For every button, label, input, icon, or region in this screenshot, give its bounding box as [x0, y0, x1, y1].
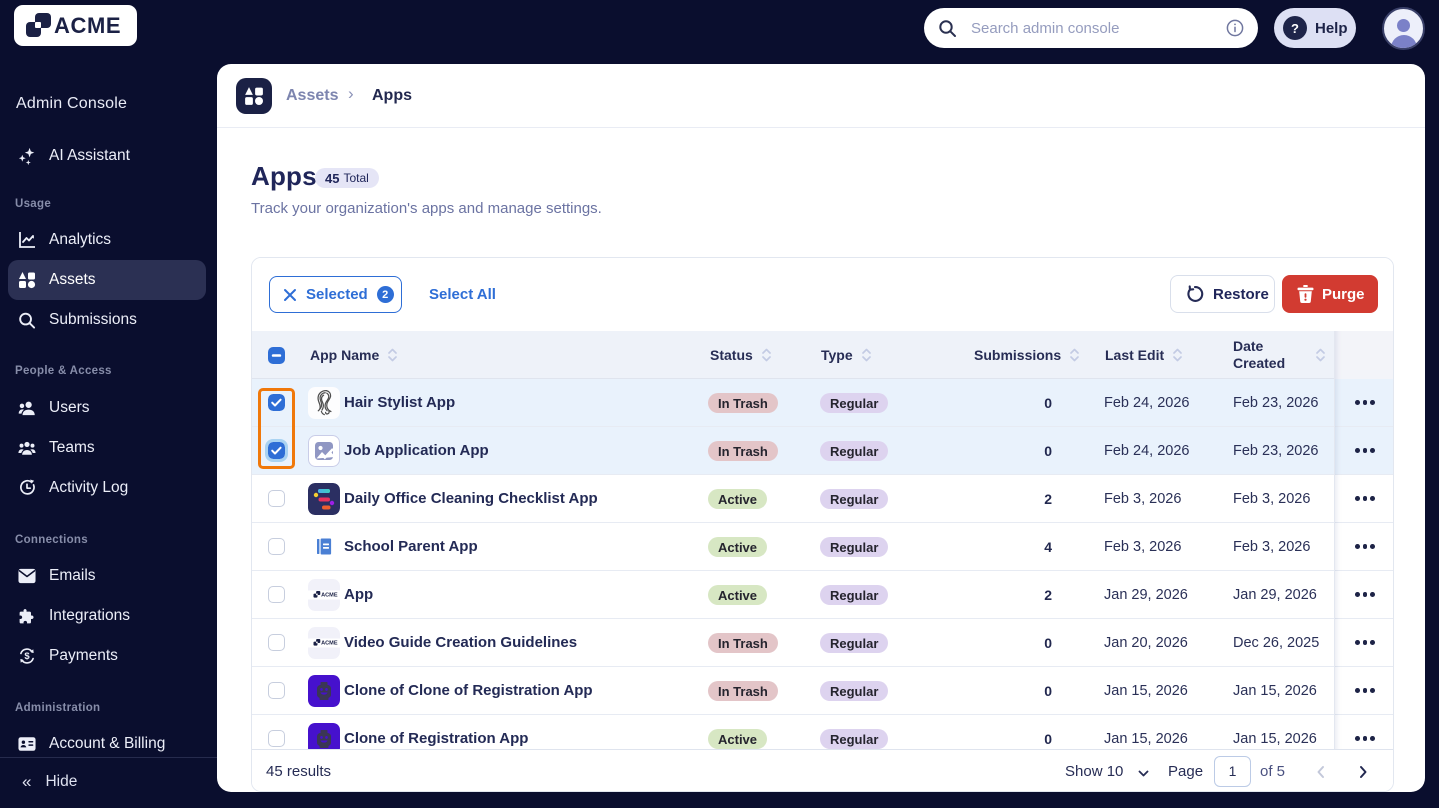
svg-text:ACME: ACME — [321, 593, 338, 599]
svg-text:ACME: ACME — [321, 641, 338, 647]
svg-text:$: $ — [24, 651, 30, 662]
